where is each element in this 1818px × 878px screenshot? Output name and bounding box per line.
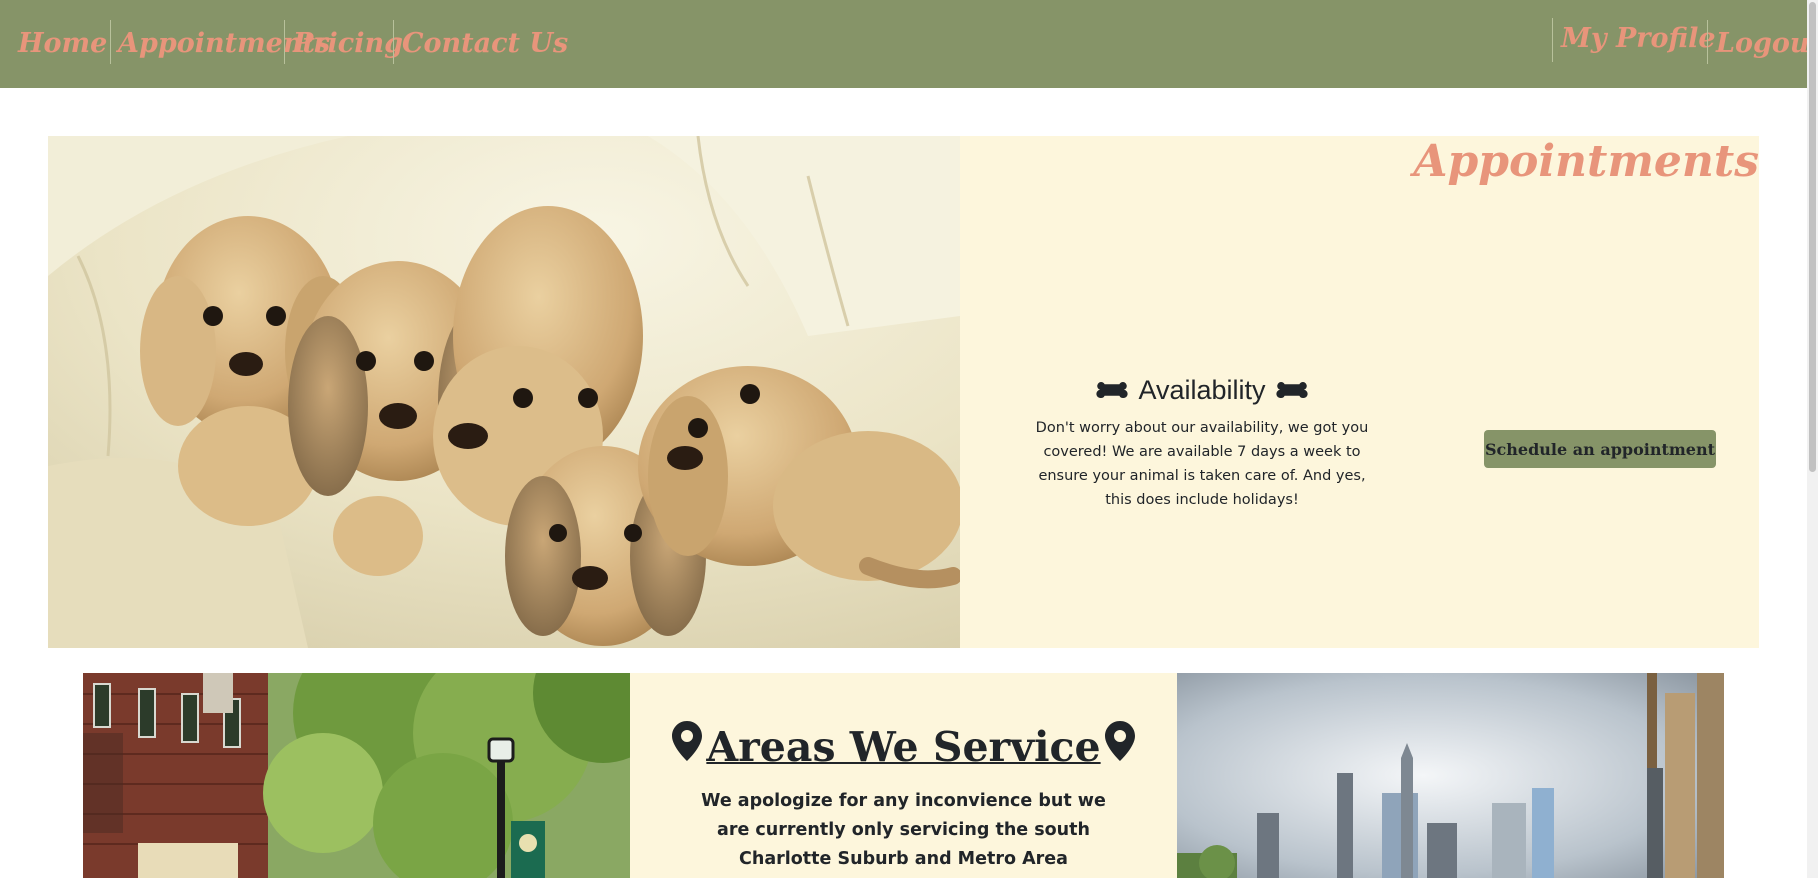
suburb-street-photo — [83, 673, 630, 878]
scrollbar-thumb[interactable] — [1809, 2, 1816, 472]
page-title: Appointments — [1413, 136, 1759, 187]
nav-logout-link[interactable]: Logout — [1716, 0, 1818, 88]
navbar: Home Appointments Pricing Contact Us My … — [0, 0, 1818, 88]
puppies-illustration — [48, 136, 960, 648]
areas-heading-text: Areas We Service — [706, 723, 1101, 771]
nav-divider — [1707, 20, 1708, 64]
city-skyline-photo — [1177, 673, 1724, 878]
bone-icon — [1096, 372, 1129, 408]
availability-block: Availability Don't worry about our avail… — [1025, 372, 1379, 512]
page-scrollbar[interactable] — [1807, 0, 1818, 878]
nav-divider — [110, 20, 111, 64]
areas-heading: Areas We Service — [630, 721, 1177, 773]
nav-contact-link[interactable]: Contact Us — [402, 0, 568, 88]
map-marker-icon — [1104, 721, 1135, 773]
nav-divider — [284, 20, 285, 64]
areas-description: We apologize for any inconvience but we … — [701, 791, 1106, 869]
nav-my-profile-link[interactable]: My Profile — [1561, 0, 1716, 83]
nav-pricing-link[interactable]: Pricing — [293, 0, 403, 88]
nav-home-link[interactable]: Home — [18, 0, 107, 88]
bone-icon — [1275, 372, 1308, 408]
availability-heading: Availability — [1025, 372, 1379, 408]
availability-heading-text: Availability — [1138, 375, 1266, 405]
nav-divider — [393, 20, 394, 64]
nav-divider — [1552, 18, 1553, 62]
availability-description: Don't worry about our availability, we g… — [1035, 420, 1369, 508]
areas-we-service-panel: Areas We Service We apologize for any in… — [630, 673, 1177, 878]
appointments-hero: Appointments Availability Don't worry ab… — [48, 136, 1759, 648]
puppies-photo — [48, 136, 960, 648]
service-areas-section: Areas We Service We apologize for any in… — [83, 673, 1724, 878]
map-marker-icon — [672, 721, 703, 773]
city-skyline-illustration — [1177, 673, 1724, 878]
suburb-street-illustration — [83, 673, 630, 878]
schedule-appointment-button[interactable]: Schedule an appointment — [1484, 430, 1716, 468]
